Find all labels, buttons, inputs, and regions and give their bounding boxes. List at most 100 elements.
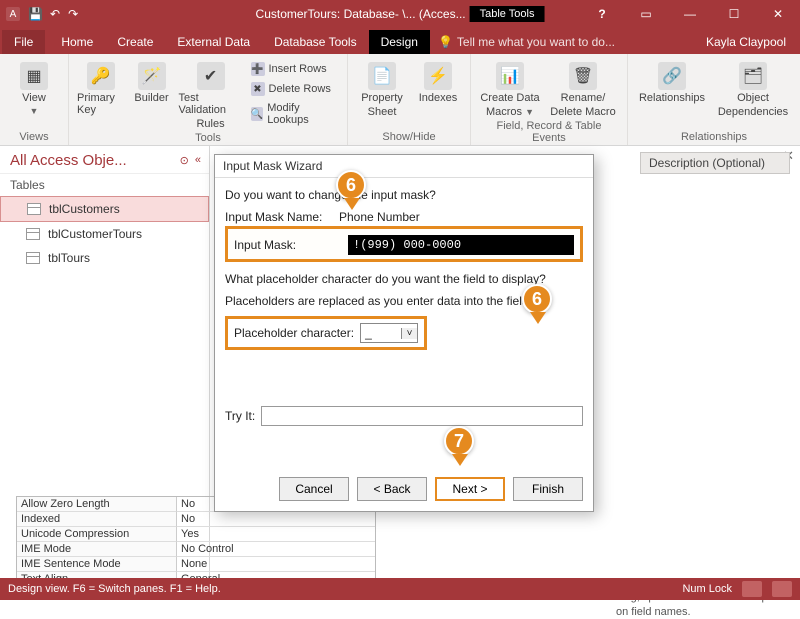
- nav-item-tbltours[interactable]: tblTours: [0, 246, 209, 270]
- design-view-button[interactable]: [772, 581, 792, 597]
- nav-item-tblcustomertours[interactable]: tblCustomerTours: [0, 222, 209, 246]
- view-label: View: [22, 92, 46, 104]
- help-button[interactable]: ?: [580, 0, 624, 28]
- ribbon-options-button[interactable]: ▭: [624, 0, 668, 28]
- undo-icon[interactable]: ↶: [50, 7, 60, 21]
- tv-label2: Rules: [196, 118, 224, 130]
- insert-rows-label: Insert Rows: [269, 63, 327, 75]
- callout-number: 6: [522, 284, 552, 314]
- placeholder-label: Placeholder character:: [234, 326, 354, 340]
- view-button[interactable]: ▦ View ▼: [8, 58, 60, 116]
- primary-key-label: Primary Key: [77, 92, 125, 116]
- indexes-button[interactable]: ⚡ Indexes: [414, 58, 462, 104]
- try-it-label: Try It:: [225, 409, 255, 423]
- next-button[interactable]: Next >: [435, 477, 505, 501]
- nav-item-tblcustomers[interactable]: tblCustomers: [0, 196, 209, 222]
- tab-external-data[interactable]: External Data: [165, 30, 262, 54]
- nav-collapse-icon[interactable]: «: [195, 154, 201, 167]
- window-title: CustomerTours: Database- \... (Acces...: [256, 7, 466, 21]
- indexes-icon: ⚡: [424, 62, 452, 90]
- save-icon[interactable]: 💾: [28, 7, 42, 21]
- primary-key-button[interactable]: 🔑 Primary Key: [77, 58, 125, 116]
- try-it-input[interactable]: [261, 406, 583, 426]
- cancel-button[interactable]: Cancel: [279, 477, 349, 501]
- nav-dropdown-icon[interactable]: ⊙: [180, 154, 189, 167]
- ribbon: ▦ View ▼ Views 🔑 Primary Key 🪄 Builder ✔…: [0, 54, 800, 146]
- redo-icon[interactable]: ↷: [68, 7, 78, 21]
- create-data-macros-button[interactable]: 📊 Create Data Macros ▼: [479, 58, 541, 118]
- placeholder-highlight: Placeholder character: _ ˅: [225, 316, 427, 350]
- tab-file[interactable]: File: [2, 30, 45, 54]
- delete-rows-button[interactable]: ✖Delete Rows: [249, 80, 340, 98]
- ps-label1: Property: [361, 92, 403, 104]
- ps-label2: Sheet: [368, 106, 397, 118]
- nav-section-tables[interactable]: Tables: [0, 174, 209, 196]
- test-validation-button[interactable]: ✔ Test Validation Rules: [179, 58, 243, 130]
- property-sheet-button[interactable]: 📄 Property Sheet: [356, 58, 408, 118]
- tab-database-tools[interactable]: Database Tools: [262, 30, 369, 54]
- builder-button[interactable]: 🪄 Builder: [131, 58, 173, 104]
- od-label1: Object: [737, 92, 769, 104]
- prop-value[interactable]: Yes: [177, 527, 375, 542]
- od-label2: Dependencies: [718, 106, 788, 118]
- mask-label: Input Mask:: [234, 238, 342, 252]
- group-tools-label: Tools: [77, 130, 339, 144]
- back-button[interactable]: < Back: [357, 477, 427, 501]
- callout-6a: 6: [336, 170, 368, 212]
- close-button[interactable]: ✕: [756, 0, 800, 28]
- callout-number: 7: [444, 426, 474, 456]
- table-icon: [27, 203, 41, 215]
- tab-design[interactable]: Design: [369, 30, 430, 54]
- object-dependencies-button[interactable]: 🗂 Object Dependencies: [714, 58, 792, 118]
- rd-label2: Delete Macro: [550, 106, 615, 118]
- q1-label: Do you want to change the input mask?: [225, 188, 583, 202]
- prop-value[interactable]: No Control: [177, 542, 375, 557]
- tell-me-search[interactable]: 💡 Tell me what you want to do...: [430, 30, 623, 54]
- group-views-label: Views: [8, 129, 60, 143]
- prop-value[interactable]: No: [177, 512, 375, 527]
- data-macros-icon: 📊: [496, 62, 524, 90]
- modify-lookups-button[interactable]: 🔍Modify Lookups: [249, 100, 340, 128]
- mask-name-value: Phone Number: [339, 210, 420, 224]
- mask-name-label: Input Mask Name:: [225, 210, 333, 224]
- context-tab-label: Table Tools: [470, 6, 545, 22]
- prop-name: Unicode Compression: [17, 527, 177, 542]
- nav-pane-title[interactable]: All Access Obje...: [10, 152, 127, 169]
- prop-value[interactable]: None: [177, 557, 375, 572]
- group-relationships-label: Relationships: [636, 129, 792, 143]
- datasheet-view-button[interactable]: [742, 581, 762, 597]
- validation-icon: ✔: [197, 62, 225, 90]
- description-column-header[interactable]: Description (Optional): [640, 152, 790, 174]
- prop-name: IME Mode: [17, 542, 177, 557]
- tab-create[interactable]: Create: [105, 30, 165, 54]
- ribbon-tab-strip: File Home Create External Data Database …: [0, 28, 800, 54]
- tv-label1: Test Validation: [179, 92, 243, 116]
- chevron-down-icon[interactable]: ˅: [401, 328, 417, 339]
- nav-item-label: tblCustomers: [49, 202, 120, 216]
- relationships-button[interactable]: 🔗 Relationships: [636, 58, 708, 104]
- app-icon: A: [6, 7, 20, 21]
- property-sheet-icon: 📄: [368, 62, 396, 90]
- insert-rows-button[interactable]: ➕Insert Rows: [249, 60, 340, 78]
- maximize-button[interactable]: ☐: [712, 0, 756, 28]
- group-events-label: Field, Record & Table Events: [479, 118, 619, 144]
- nav-item-label: tblCustomerTours: [48, 227, 142, 241]
- group-showhide-label: Show/Hide: [356, 129, 462, 143]
- rename-delete-macro-button[interactable]: 🗑 Rename/ Delete Macro: [547, 58, 619, 118]
- status-bar: Design view. F6 = Switch panes. F1 = Hel…: [0, 578, 800, 600]
- finish-button[interactable]: Finish: [513, 477, 583, 501]
- input-mask-field[interactable]: !(999) 000-0000: [348, 235, 574, 255]
- callout-number: 6: [336, 170, 366, 200]
- chevron-down-icon: ▼: [30, 106, 39, 116]
- datasheet-view-icon: ▦: [20, 62, 48, 90]
- tell-me-label: Tell me what you want to do...: [457, 35, 615, 49]
- user-name-label[interactable]: Kayla Claypool: [692, 30, 800, 54]
- status-left: Design view. F6 = Switch panes. F1 = Hel…: [8, 583, 221, 595]
- table-icon: [26, 228, 40, 240]
- placeholder-combo[interactable]: _ ˅: [360, 323, 418, 343]
- minimize-button[interactable]: —: [668, 0, 712, 28]
- input-mask-highlight: Input Mask: !(999) 000-0000: [225, 226, 583, 262]
- tab-home[interactable]: Home: [49, 30, 105, 54]
- delete-rows-icon: ✖: [251, 82, 265, 96]
- indexes-label: Indexes: [419, 92, 458, 104]
